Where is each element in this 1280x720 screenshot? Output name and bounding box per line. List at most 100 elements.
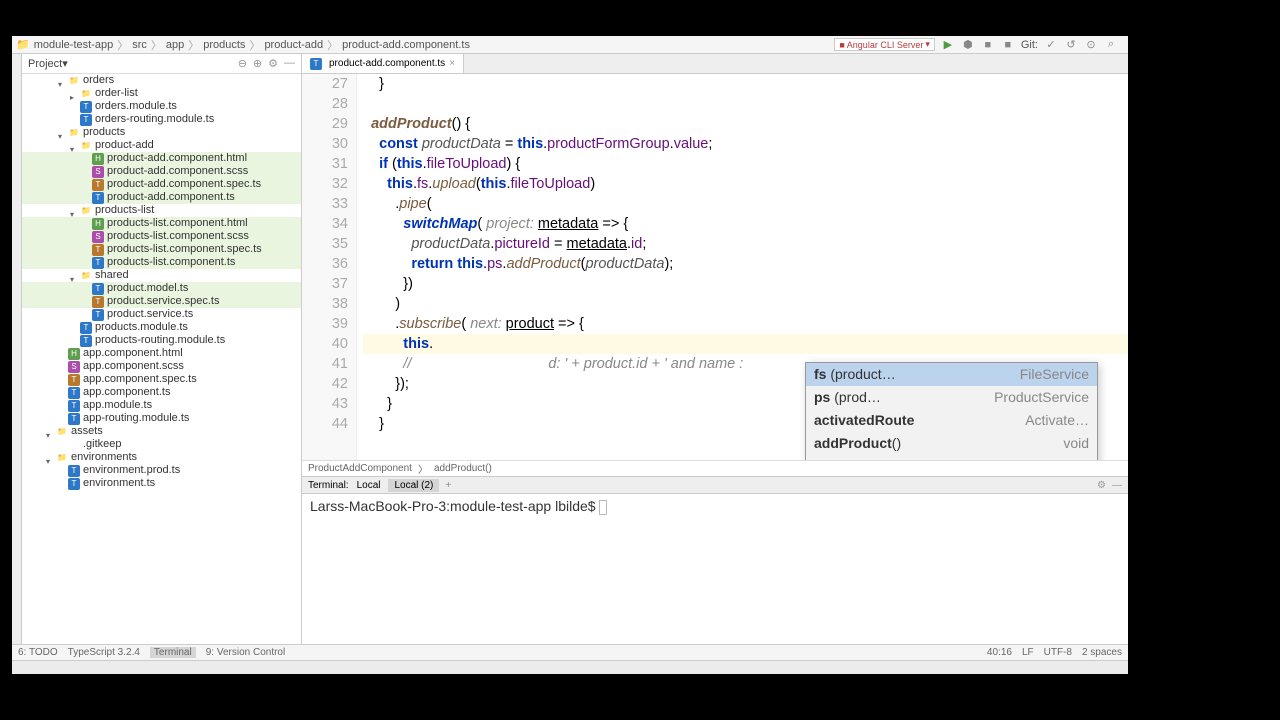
git-label: Git: <box>1021 39 1038 51</box>
autocomplete-item[interactable]: fileToUpload (Prod…File <box>806 455 1097 460</box>
scss-icon: S <box>92 231 104 243</box>
status-bar-footer <box>12 660 1128 674</box>
ts-icon: T <box>80 114 92 126</box>
gear-icon[interactable]: ⚙ <box>268 57 278 70</box>
tool-window-stripe-left[interactable] <box>12 54 22 644</box>
autocomplete-popup[interactable]: fs (product…FileServiceps (prod…ProductS… <box>805 362 1098 460</box>
spec-icon: T <box>92 296 104 308</box>
bottom-tool-buttons: 6: TODO TypeScript 3.2.4 Terminal 9: Ver… <box>12 644 1128 660</box>
dir-icon: 📁 <box>80 270 92 282</box>
terminal-tab[interactable]: Local <box>351 479 387 492</box>
collapse-icon[interactable]: ⊖ <box>238 57 247 70</box>
ts-icon: T <box>92 309 104 321</box>
dir-icon: 📁 <box>80 205 92 217</box>
navigation-bar: 📁 module-test-app〉 src〉 app〉 products〉 p… <box>12 36 1128 54</box>
dir-icon: 📁 <box>68 75 80 87</box>
tool-vcs[interactable]: 9: Version Control <box>206 647 286 658</box>
breadcrumb-item[interactable]: product-add.component.ts <box>342 39 470 51</box>
dir-icon: 📁 <box>80 88 92 100</box>
breadcrumb-item[interactable]: src <box>132 39 147 51</box>
autocomplete-item[interactable]: fs (product…FileService <box>806 363 1097 386</box>
ts-icon: T <box>80 101 92 113</box>
code-editor[interactable]: 272829303132333435363738394041424344 } a… <box>302 74 1128 460</box>
ts-icon: T <box>92 192 104 204</box>
encoding[interactable]: UTF-8 <box>1044 647 1072 658</box>
editor-tab[interactable]: T product-add.component.ts × <box>302 54 464 73</box>
line-numbers-gutter: 272829303132333435363738394041424344 <box>302 74 357 460</box>
tree-item[interactable]: Tenvironment.prod.ts <box>22 464 301 477</box>
hide-icon[interactable]: — <box>284 57 295 70</box>
cursor <box>599 500 607 515</box>
vcs-revert-icon[interactable]: ↺ <box>1064 38 1078 52</box>
hide-icon[interactable]: — <box>1112 480 1122 491</box>
terminal-tab[interactable]: Local (2) <box>388 479 439 492</box>
line-separator[interactable]: LF <box>1022 647 1034 658</box>
terminal[interactable]: Larss-MacBook-Pro-3:module-test-app lbil… <box>302 494 1128 644</box>
autocomplete-item[interactable]: ps (prod…ProductService <box>806 386 1097 409</box>
tree-item[interactable]: Tproducts-list.component.ts <box>22 256 301 269</box>
terminal-prompt: Larss-MacBook-Pro-3:module-test-app lbil… <box>310 498 599 514</box>
ts-icon: T <box>68 413 80 425</box>
scss-icon: S <box>92 166 104 178</box>
spec-icon: T <box>92 179 104 191</box>
caret-position: 40:16 <box>987 647 1012 658</box>
tree-item[interactable]: Torders-routing.module.ts <box>22 113 301 126</box>
editor-panel: T product-add.component.ts × 27282930313… <box>302 54 1128 644</box>
stop-icon[interactable]: ■ <box>1001 38 1015 52</box>
vcs-update-icon[interactable]: ✓ <box>1044 38 1058 52</box>
ts-icon: T <box>80 335 92 347</box>
tool-todo[interactable]: 6: TODO <box>18 647 58 658</box>
gear-icon[interactable]: ⚙ <box>1097 480 1106 491</box>
spec-icon: T <box>92 244 104 256</box>
html-icon: H <box>92 153 104 165</box>
tree-item[interactable]: Tenvironment.ts <box>22 477 301 490</box>
debug-icon[interactable]: ⬢ <box>961 38 975 52</box>
autocomplete-item[interactable]: addProduct()void <box>806 432 1097 455</box>
project-header: Project ▾ ⊖ ⊕ ⚙ — <box>22 54 301 74</box>
breadcrumb-item[interactable]: products <box>203 39 245 51</box>
add-terminal-icon[interactable]: + <box>441 480 455 491</box>
ts-icon: T <box>68 387 80 399</box>
dir-icon: 📁 <box>56 426 68 438</box>
html-icon: H <box>92 218 104 230</box>
ts-icon: T <box>92 283 104 295</box>
vcs-history-icon[interactable]: ⊙ <box>1084 38 1098 52</box>
breadcrumb-item[interactable]: product-add <box>264 39 323 51</box>
run-config-selector[interactable]: ■ Angular CLI Server ▾ <box>834 38 935 51</box>
breadcrumb-item[interactable]: app <box>166 39 184 51</box>
tree-item-label: environment.ts <box>83 476 155 491</box>
tool-typescript[interactable]: TypeScript 3.2.4 <box>68 647 140 658</box>
editor-breadcrumbs[interactable]: ProductAddComponent 〉 addProduct() <box>302 460 1128 476</box>
tool-terminal[interactable]: Terminal <box>150 647 196 658</box>
breadcrumb-item[interactable]: module-test-app <box>34 39 114 51</box>
ts-icon: T <box>68 400 80 412</box>
target-icon[interactable]: ⊕ <box>253 57 262 70</box>
tree-item[interactable]: ▾📁products <box>22 126 301 139</box>
ide-window: 📁 module-test-app〉 src〉 app〉 products〉 p… <box>12 36 1128 674</box>
ts-icon: T <box>92 257 104 269</box>
dir-icon: 📁 <box>68 127 80 139</box>
tree-item[interactable]: Tproduct-add.component.ts <box>22 191 301 204</box>
close-tab-icon[interactable]: × <box>449 58 455 69</box>
spec-icon: T <box>68 374 80 386</box>
stop-icon[interactable]: ■ <box>981 38 995 52</box>
tree-item[interactable]: Tapp.component.ts <box>22 386 301 399</box>
dir-icon: 📁 <box>56 452 68 464</box>
editor-tabs: T product-add.component.ts × <box>302 54 1128 74</box>
ts-icon: T <box>80 322 92 334</box>
tree-item[interactable]: ▾📁assets <box>22 425 301 438</box>
ts-icon: T <box>68 478 80 490</box>
html-icon: H <box>68 348 80 360</box>
folder-icon: 📁 <box>16 38 30 51</box>
run-icon[interactable]: ▶ <box>941 38 955 52</box>
indent[interactable]: 2 spaces <box>1082 647 1122 658</box>
terminal-tabs: Terminal: Local Local (2) + ⚙ — <box>302 476 1128 494</box>
project-tree[interactable]: ▾📁orders▸📁order-listTorders.module.tsTor… <box>22 74 301 644</box>
autocomplete-item[interactable]: activatedRouteActivate… <box>806 409 1097 432</box>
project-tool-window: Project ▾ ⊖ ⊕ ⚙ — ▾📁orders▸📁order-listTo… <box>22 54 302 644</box>
dir-icon: 📁 <box>80 140 92 152</box>
file-icon <box>68 439 80 451</box>
ts-icon: T <box>68 465 80 477</box>
search-icon[interactable]: ⌕ <box>1104 38 1118 52</box>
tree-item[interactable]: ▾📁orders <box>22 74 301 87</box>
